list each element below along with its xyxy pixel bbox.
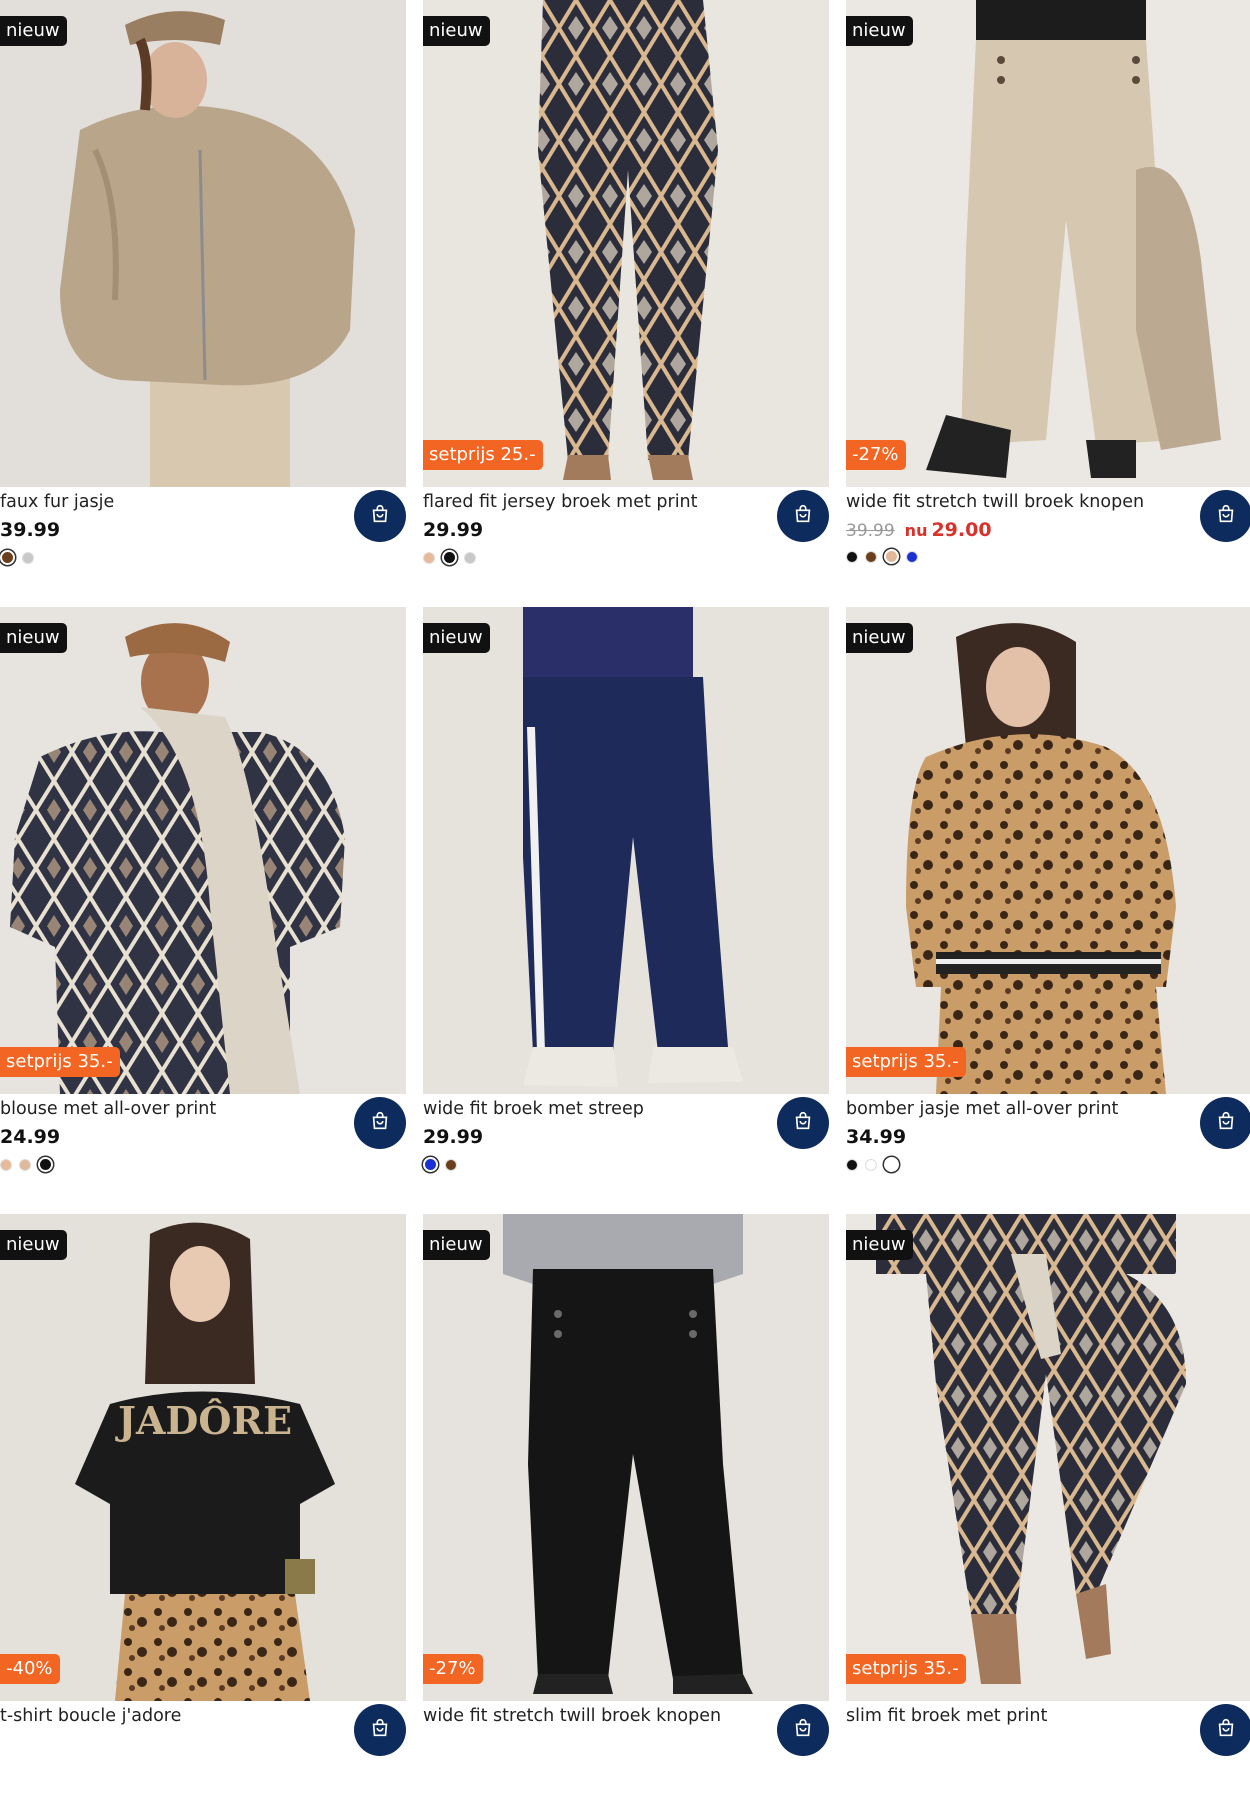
shopping-bag-icon bbox=[792, 503, 814, 529]
color-swatch[interactable] bbox=[445, 1158, 457, 1171]
product-price: 39.99 bbox=[0, 517, 60, 543]
product-image[interactable] bbox=[0, 0, 406, 487]
color-swatch[interactable] bbox=[865, 1158, 877, 1171]
color-swatches bbox=[0, 1157, 53, 1172]
product-card[interactable]: nieuw wide fit broek met streep 29.99 bbox=[423, 607, 829, 1207]
product-image[interactable] bbox=[0, 607, 406, 1094]
add-to-cart-button[interactable] bbox=[777, 490, 829, 542]
sale-label: nu bbox=[904, 521, 928, 540]
product-title[interactable]: faux fur jasje bbox=[0, 490, 114, 514]
product-image[interactable] bbox=[846, 607, 1250, 1094]
add-to-cart-button[interactable] bbox=[1200, 490, 1250, 542]
product-image[interactable] bbox=[423, 0, 829, 487]
product-card[interactable]: nieuw -27% wide fit stretch twill broek … bbox=[846, 0, 1250, 600]
color-swatch[interactable] bbox=[442, 550, 457, 565]
product-title[interactable]: slim fit broek met print bbox=[846, 1704, 1047, 1728]
add-to-cart-button[interactable] bbox=[777, 1097, 829, 1149]
shirt-print-text: JADÔRE bbox=[115, 1398, 292, 1443]
product-card[interactable]: nieuw -27% wide fit stretch twill broek … bbox=[423, 1214, 829, 1814]
product-image[interactable] bbox=[846, 1214, 1250, 1701]
color-swatches bbox=[423, 1157, 457, 1172]
add-to-cart-button[interactable] bbox=[354, 490, 406, 542]
product-title[interactable]: bomber jasje met all-over print bbox=[846, 1097, 1118, 1121]
product-image[interactable] bbox=[846, 0, 1250, 487]
color-swatch[interactable] bbox=[0, 550, 15, 565]
product-card[interactable]: nieuw setprijs 35.- bomber jasje met all… bbox=[846, 607, 1250, 1207]
shopping-bag-icon bbox=[1215, 503, 1237, 529]
new-badge: nieuw bbox=[846, 16, 913, 46]
add-to-cart-button[interactable] bbox=[354, 1704, 406, 1756]
new-badge: nieuw bbox=[846, 1230, 913, 1260]
new-badge: nieuw bbox=[423, 623, 490, 653]
price-value: 39.99 bbox=[0, 519, 61, 541]
color-swatch[interactable] bbox=[846, 1158, 858, 1171]
old-price: 39.99 bbox=[846, 521, 895, 541]
product-title[interactable]: t-shirt boucle j'adore bbox=[0, 1704, 181, 1728]
shopping-bag-icon bbox=[369, 1110, 391, 1136]
color-swatch[interactable] bbox=[464, 551, 476, 564]
add-to-cart-button[interactable] bbox=[1200, 1097, 1250, 1149]
product-price: 29.99 bbox=[423, 517, 483, 543]
product-price: 39.99 nu 29.00 bbox=[846, 517, 992, 544]
product-card[interactable]: nieuw faux fur jasje 39.99 bbox=[0, 0, 406, 600]
new-badge: nieuw bbox=[0, 16, 67, 46]
product-card[interactable]: nieuw setprijs 35.- blouse met all-over … bbox=[0, 607, 406, 1207]
promo-badge: setprijs 35.- bbox=[846, 1654, 966, 1684]
new-badge: nieuw bbox=[0, 1230, 67, 1260]
new-badge: nieuw bbox=[846, 623, 913, 653]
color-swatch[interactable] bbox=[0, 1158, 12, 1171]
color-swatch[interactable] bbox=[884, 1157, 899, 1172]
sale-price: 29.00 bbox=[931, 519, 992, 541]
color-swatch[interactable] bbox=[846, 550, 858, 563]
color-swatch[interactable] bbox=[38, 1157, 53, 1172]
price-value: 29.99 bbox=[423, 519, 484, 541]
color-swatch[interactable] bbox=[906, 550, 918, 563]
product-title[interactable]: wide fit stretch twill broek knopen bbox=[423, 1704, 721, 1728]
product-title[interactable]: wide fit broek met streep bbox=[423, 1097, 644, 1121]
promo-badge: setprijs 25.- bbox=[423, 440, 543, 470]
add-to-cart-button[interactable] bbox=[777, 1704, 829, 1756]
product-image[interactable] bbox=[423, 1214, 829, 1701]
product-title[interactable]: wide fit stretch twill broek knopen bbox=[846, 490, 1144, 514]
product-price: 34.99 bbox=[846, 1124, 906, 1150]
color-swatches bbox=[423, 550, 476, 565]
shopping-bag-icon bbox=[792, 1110, 814, 1136]
color-swatch[interactable] bbox=[19, 1158, 31, 1171]
price-value: 24.99 bbox=[0, 1126, 61, 1148]
product-card[interactable]: nieuw setprijs 25.- flared fit jersey br… bbox=[423, 0, 829, 600]
color-swatches bbox=[846, 549, 918, 564]
promo-badge: -27% bbox=[846, 440, 906, 470]
shopping-bag-icon bbox=[369, 503, 391, 529]
add-to-cart-button[interactable] bbox=[1200, 1704, 1250, 1756]
product-card[interactable]: nieuw setprijs 35.- slim fit broek met p… bbox=[846, 1214, 1250, 1814]
new-badge: nieuw bbox=[423, 16, 490, 46]
product-title[interactable]: flared fit jersey broek met print bbox=[423, 490, 698, 514]
color-swatches bbox=[846, 1157, 899, 1172]
color-swatch[interactable] bbox=[884, 549, 899, 564]
promo-badge: -40% bbox=[0, 1654, 60, 1684]
color-swatch[interactable] bbox=[865, 550, 877, 563]
product-price: 29.99 bbox=[423, 1124, 483, 1150]
product-image[interactable] bbox=[423, 607, 829, 1094]
product-card[interactable]: JADÔRE nieuw -40% t-shirt boucle j'adore bbox=[0, 1214, 406, 1814]
add-to-cart-button[interactable] bbox=[354, 1097, 406, 1149]
promo-badge: setprijs 35.- bbox=[0, 1047, 120, 1077]
shopping-bag-icon bbox=[1215, 1110, 1237, 1136]
product-title[interactable]: blouse met all-over print bbox=[0, 1097, 216, 1121]
new-badge: nieuw bbox=[0, 623, 67, 653]
color-swatches bbox=[0, 550, 34, 565]
promo-badge: -27% bbox=[423, 1654, 483, 1684]
shopping-bag-icon bbox=[369, 1717, 391, 1743]
price-value: 34.99 bbox=[846, 1126, 907, 1148]
shopping-bag-icon bbox=[792, 1717, 814, 1743]
promo-badge: setprijs 35.- bbox=[846, 1047, 966, 1077]
color-swatch[interactable] bbox=[423, 551, 435, 564]
new-badge: nieuw bbox=[423, 1230, 490, 1260]
shopping-bag-icon bbox=[1215, 1717, 1237, 1743]
color-swatch[interactable] bbox=[423, 1157, 438, 1172]
price-value: 29.99 bbox=[423, 1126, 484, 1148]
color-swatch[interactable] bbox=[22, 551, 34, 564]
product-image[interactable]: JADÔRE bbox=[0, 1214, 406, 1701]
product-price: 24.99 bbox=[0, 1124, 60, 1150]
